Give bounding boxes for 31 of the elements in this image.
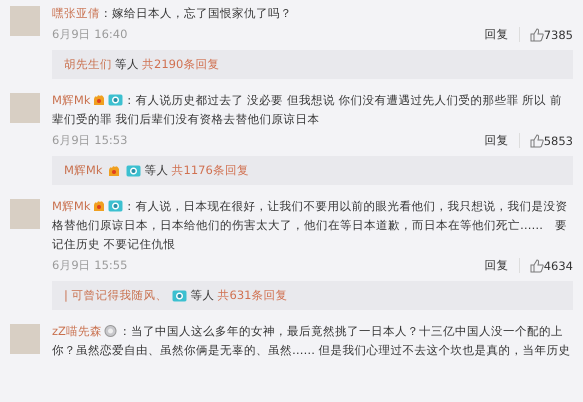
avatar-placeholder[interactable] (10, 6, 40, 36)
reply-link[interactable]: 回复 (484, 258, 520, 273)
thumbs-up-icon[interactable] (530, 28, 544, 42)
reply-suffix: 等人 (190, 288, 215, 303)
flame-badge-icon (106, 164, 121, 177)
comment-text: zZ喵先森 ：当了中国人这么多年的女神，最后竟然挑了一日本人？十三亿中国人没一个配的上你？虽然恋爱自由、虽然你俩是无辜的、虽然…… 但是我们心理过不去这个坎也是真的，当年历史 (52, 323, 572, 359)
reply-suffix: 等人 (115, 57, 139, 72)
comment-time: 6月9日 15:53 (52, 133, 128, 148)
camera-badge-icon (172, 289, 187, 302)
camera-badge-icon (126, 164, 141, 177)
avatar-placeholder[interactable] (10, 199, 40, 229)
comment-text: M辉Mk ：有人说，日本现在很好，让我们不要用以前的眼光看他们，我只想说，我们是没资格替他们原谅日本，日本给他们的伤害太大了，他们在等日本道歉，而日本在等他们死亡…… 要记住历史 不要记住仇恨 (52, 198, 569, 253)
flame-badge-icon (92, 93, 106, 106)
comment-time: 6月9日 15:55 (52, 258, 128, 273)
medal-badge-icon (104, 324, 117, 337)
like-count: 4634 (544, 258, 573, 272)
camera-badge-icon (108, 199, 123, 212)
comment-text: 嘿张亚倩：嫁给日本人，忘了国恨家仇了吗？ (52, 5, 293, 22)
reply-link[interactable]: 回复 (484, 133, 520, 148)
like-count: 5853 (544, 134, 573, 148)
reply-suffix: 等人 (144, 163, 169, 178)
avatar-placeholder[interactable] (10, 324, 40, 354)
avatar-placeholder[interactable] (10, 93, 40, 123)
reply-link[interactable]: 回复 (484, 27, 520, 42)
flame-badge-icon (92, 199, 106, 212)
thumbs-up-icon[interactable] (530, 258, 544, 272)
comment-text: M辉Mk ：有人说历史都过去了 没必要 但我想说 你们没有遭遇过先人们受的那些罪 所以 前辈们受的罪 我们后辈们没有资格去替他们原谅日本 (52, 92, 563, 128)
thumbs-up-icon[interactable] (530, 134, 544, 148)
camera-badge-icon (108, 93, 123, 106)
comment-time: 6月9日 16:40 (52, 27, 128, 42)
like-count: 7385 (544, 28, 573, 42)
